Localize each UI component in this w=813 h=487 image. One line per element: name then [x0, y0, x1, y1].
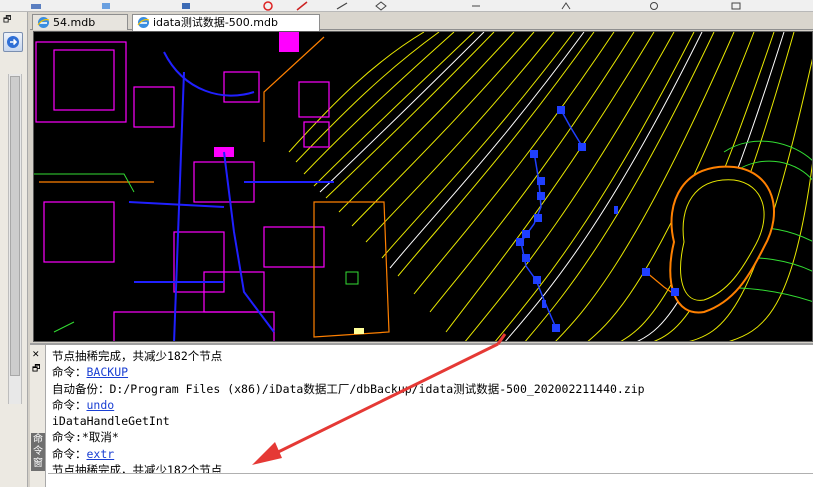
tool-icon[interactable] [100, 1, 112, 11]
green-lines [34, 173, 359, 333]
command-link-undo[interactable]: undo [87, 398, 115, 412]
restore-icon[interactable]: 🗗 [32, 363, 44, 375]
tool-icon[interactable] [296, 1, 308, 11]
ie-icon [137, 17, 150, 28]
vertex-node[interactable] [516, 238, 524, 246]
map-drawing [34, 32, 812, 341]
building-fill [279, 32, 299, 52]
vertex-node[interactable] [642, 268, 650, 276]
vertex-node[interactable] [533, 276, 541, 284]
tab-idata-500-mdb[interactable]: idata测试数据-500.mdb [132, 14, 320, 31]
label-marker [354, 328, 364, 334]
tool-icon[interactable] [262, 1, 274, 11]
command-link-backup[interactable]: BACKUP [87, 365, 129, 379]
command-link-extr[interactable]: extr [87, 447, 115, 461]
history-line: 节点抽稀完成，共减少182个节点 [52, 349, 223, 363]
rail-scrollbar[interactable] [8, 74, 22, 404]
toolbar [0, 0, 813, 12]
scrollbar-thumb[interactable] [10, 76, 20, 376]
command-window-sidebar: ✕ 🗗 命令窗 [30, 345, 46, 487]
history-line: 自动备份：D:/Program Files (x86)/iData数据工厂/db… [52, 381, 645, 396]
tab-label: 54.mdb [53, 16, 96, 29]
tool-icon[interactable] [30, 1, 42, 11]
left-rail: 🗗 [0, 12, 28, 487]
history-line: 命令：undo [52, 397, 115, 412]
restore-icon[interactable]: 🗗 [3, 14, 17, 26]
tool-icon[interactable] [560, 1, 572, 11]
vertex-node[interactable] [552, 324, 560, 332]
tool-icon[interactable] [648, 1, 660, 11]
map-canvas[interactable] [33, 31, 813, 342]
command-input[interactable] [48, 473, 813, 487]
arrow-right-icon [7, 36, 19, 48]
command-window: ✕ 🗗 命令窗 节点抽稀完成，共减少182个节点 命令：BACKUP 自动备份：… [30, 343, 813, 487]
history-line: 命令：extr [52, 446, 115, 461]
document-tabs: 54.mdb idata测试数据-500.mdb [30, 12, 813, 31]
history-line: 命令：BACKUP [52, 365, 129, 380]
vertex-node[interactable] [522, 230, 530, 238]
close-icon[interactable]: ✕ [32, 349, 44, 361]
vertex-node[interactable] [578, 143, 586, 151]
vertex-node[interactable] [542, 300, 546, 308]
vertex-node[interactable] [534, 214, 542, 222]
tool-icon[interactable] [470, 1, 482, 11]
roads [128, 51, 334, 341]
ie-icon [37, 17, 50, 28]
nav-forward-button[interactable] [3, 32, 23, 52]
history-line: 命令:*取消* [52, 430, 119, 445]
tool-icon[interactable] [730, 1, 742, 11]
command-history: 节点抽稀完成，共减少182个节点 命令：BACKUP 自动备份：D:/Progr… [52, 348, 812, 478]
tab-label: idata测试数据-500.mdb [153, 16, 278, 29]
vertex-node[interactable] [671, 288, 679, 296]
tab-54-mdb[interactable]: 54.mdb [32, 14, 128, 30]
app-window: 🗗 54.mdb idata测试数据-500.mdb ✕ 🗗 命令窗 节点抽稀完… [0, 0, 813, 487]
vertex-node[interactable] [537, 192, 545, 200]
tool-icon[interactable] [180, 1, 192, 11]
tool-icon[interactable] [336, 1, 348, 11]
history-line: iDataHandleGetInt [52, 414, 170, 429]
vertex-node[interactable] [522, 254, 530, 262]
command-window-title: 命令窗 [31, 433, 45, 471]
vertex-node[interactable] [614, 206, 618, 214]
vertex-node[interactable] [557, 106, 565, 114]
vertex-node[interactable] [537, 177, 545, 185]
tool-icon[interactable] [375, 1, 387, 11]
vertex-node[interactable] [530, 150, 538, 158]
